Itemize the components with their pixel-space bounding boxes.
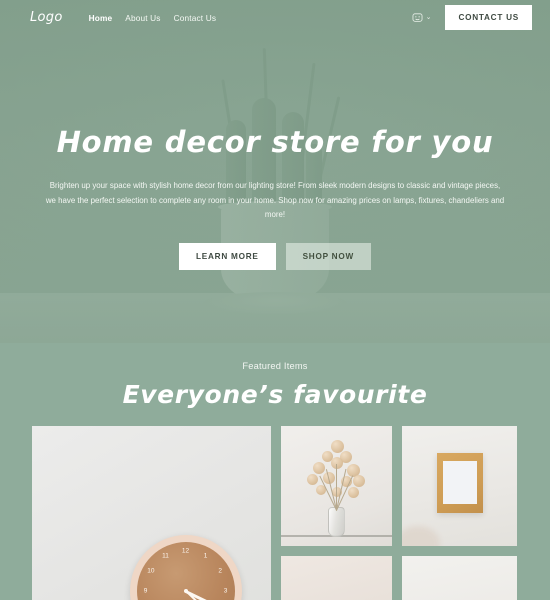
language-selector[interactable]: ⌄	[412, 12, 432, 23]
top-navigation-bar: Logo Home About Us Contact Us ⌄ CONTACT …	[0, 0, 550, 35]
dried-bloom	[306, 473, 318, 485]
globe-icon	[412, 12, 423, 23]
hero-content: Home decor store for you Brighten up you…	[0, 0, 550, 343]
shop-now-button[interactable]: SHOP NOW	[285, 242, 371, 270]
featured-item-wooden-stool[interactable]	[402, 556, 517, 600]
picture-frame	[436, 453, 483, 513]
contact-us-button[interactable]: CONTACT US	[445, 5, 532, 30]
chevron-down-icon: ⌄	[425, 14, 432, 21]
clock-numeral: 11	[162, 552, 169, 560]
featured-item-dried-flowers-vase[interactable]	[281, 426, 392, 546]
featured-eyebrow: Featured Items	[242, 361, 308, 371]
dried-bloom	[313, 462, 325, 474]
foreground-blur	[402, 526, 440, 546]
clock-numeral: 1	[203, 552, 208, 560]
dried-bloom	[347, 486, 359, 498]
featured-item-wooden-picture-frame[interactable]	[402, 426, 517, 546]
nav-link-contact-us[interactable]: Contact Us	[174, 13, 217, 23]
landing-page: Logo Home About Us Contact Us ⌄ CONTACT …	[0, 0, 550, 600]
nav-link-about-us[interactable]: About Us	[125, 13, 160, 23]
featured-items-section: Featured Items Everyone’s favourite 12 1 2…	[0, 343, 550, 600]
nav-links: Home About Us Contact Us	[89, 13, 217, 23]
nav-link-home[interactable]: Home	[89, 13, 113, 23]
hero-action-buttons: LEARN MORE SHOP NOW	[179, 242, 371, 270]
clock-numeral: 10	[147, 567, 155, 575]
hero-title: Home decor store for you	[56, 125, 494, 159]
featured-item-wooden-wall-clock[interactable]: 121234567891011	[32, 426, 271, 600]
featured-items-grid: 121234567891011	[0, 426, 550, 600]
clock-icon: 121234567891011	[129, 535, 242, 600]
clock-numeral: 2	[218, 567, 222, 575]
clock-face-inner: 121234567891011	[136, 542, 235, 600]
clock-numeral: 3	[223, 587, 228, 595]
glass-vase	[328, 507, 345, 537]
featured-title: Everyone’s favourite	[122, 380, 428, 409]
clock-center-pin	[183, 589, 188, 593]
hero-section: Logo Home About Us Contact Us ⌄ CONTACT …	[0, 0, 550, 343]
learn-more-button[interactable]: LEARN MORE	[179, 242, 276, 270]
dried-bloom	[330, 439, 344, 453]
clock-numeral: 12	[181, 547, 190, 555]
site-logo[interactable]: Logo	[30, 10, 63, 25]
featured-item-palm-leaf-decor[interactable]	[281, 556, 392, 600]
dried-bloom	[353, 475, 365, 487]
hero-subtitle: Brighten up your space with stylish home…	[45, 181, 505, 220]
clock-numeral: 9	[143, 587, 148, 595]
frame-mat	[442, 461, 477, 504]
